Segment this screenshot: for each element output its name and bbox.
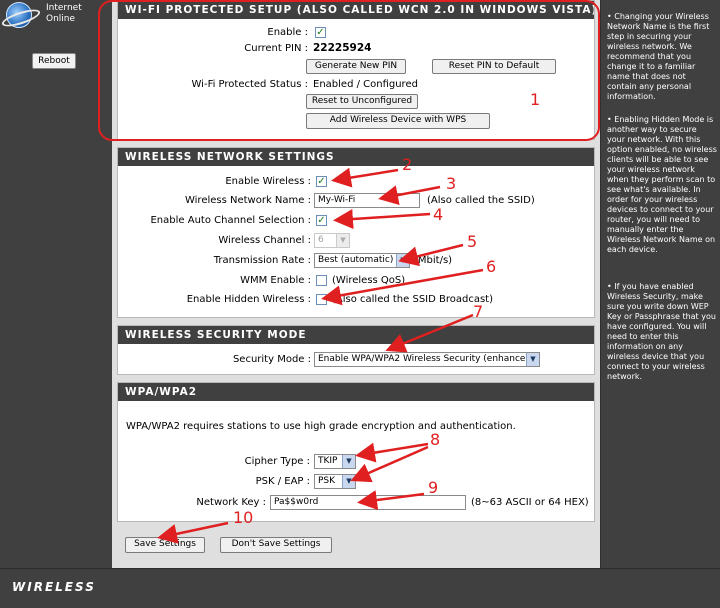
transmission-rate-label: Transmission Rate : [213, 255, 311, 266]
psk-eap-select[interactable]: PSK ▼ [314, 474, 356, 489]
hidden-wireless-label: Enable Hidden Wireless : [186, 294, 311, 305]
wireless-network-section: WIRELESS NETWORK SETTINGS Enable Wireles… [117, 147, 595, 318]
wps-enable-label: Enable : [267, 27, 308, 38]
footer-logo: WIRELESS [12, 580, 96, 594]
hidden-wireless-checkbox[interactable] [316, 294, 327, 305]
chevron-down-icon: ▼ [396, 254, 409, 267]
help-tip-hidden-mode-text: Enabling Hidden Mode is another way to s… [607, 115, 717, 254]
wps-status-value: Enabled / Configured [313, 79, 418, 90]
add-wireless-device-button[interactable]: Add Wireless Device with WPS [306, 113, 490, 129]
reboot-button[interactable]: Reboot [32, 53, 76, 69]
help-tip-network-name-text: Changing your Wireless Network Name is t… [607, 12, 710, 101]
enable-wireless-label: Enable Wireless : [225, 176, 311, 187]
chevron-down-icon: ▼ [526, 353, 539, 366]
save-settings-button[interactable]: Save Settings [125, 537, 205, 553]
psk-eap-value: PSK [318, 476, 336, 486]
wmm-checkbox[interactable] [316, 275, 327, 286]
network-key-input[interactable]: Pa$$w0rd [270, 495, 466, 510]
wps-status-label: Wi-Fi Protected Status : [191, 79, 308, 90]
network-key-hint: (8~63 ASCII or 64 HEX) [471, 497, 589, 508]
wpa-section: WPA/WPA2 WPA/WPA2 requires stations to u… [117, 382, 595, 522]
network-name-hint: (Also called the SSID) [427, 195, 535, 206]
current-pin-label: Current PIN : [244, 43, 308, 54]
internet-status-label: Internet [46, 3, 82, 13]
dont-save-settings-button[interactable]: Don't Save Settings [220, 537, 332, 553]
help-tip-security-text: If you have enabled Wireless Security, m… [607, 282, 716, 381]
security-heading: WIRELESS SECURITY MODE [118, 326, 594, 344]
network-name-label: Wireless Network Name : [184, 195, 311, 206]
chevron-down-icon: ▼ [336, 234, 349, 247]
transmission-rate-select[interactable]: Best (automatic) ▼ [314, 253, 410, 268]
help-tip-network-name: • Changing your Wireless Network Name is… [607, 12, 710, 101]
help-panel: • Changing your Wireless Network Name is… [600, 0, 720, 568]
hidden-wireless-hint: (Also called the SSID Broadcast) [332, 294, 494, 305]
auto-channel-checkbox[interactable]: ✓ [316, 215, 327, 226]
auto-channel-label: Enable Auto Channel Selection : [150, 215, 311, 226]
reset-pin-button[interactable]: Reset PIN to Default [432, 59, 556, 74]
network-heading: WIRELESS NETWORK SETTINGS [118, 148, 594, 166]
transmission-rate-value: Best (automatic) [318, 255, 394, 265]
wps-section: WI-FI PROTECTED SETUP (ALSO CALLED WCN 2… [117, 0, 595, 140]
transmission-rate-unit: (Mbit/s) [414, 255, 453, 266]
internet-status: Internet Online [46, 3, 82, 25]
router-admin-page: Internet Online Reboot WI-FI PROTECTED S… [0, 0, 720, 608]
security-mode-label: Security Mode : [232, 354, 311, 365]
enable-wireless-checkbox[interactable]: ✓ [316, 176, 327, 187]
security-mode-select[interactable]: Enable WPA/WPA2 Wireless Security (enhan… [314, 352, 540, 367]
footer-bar: WIRELESS [0, 568, 720, 608]
generate-pin-button[interactable]: Generate New PIN [306, 59, 406, 74]
security-mode-value: Enable WPA/WPA2 Wireless Security (enhan… [318, 354, 535, 364]
internet-globe-icon [6, 2, 32, 28]
help-tip-hidden-mode: • Enabling Hidden Mode is another way to… [607, 115, 717, 254]
wps-heading: WI-FI PROTECTED SETUP (ALSO CALLED WCN 2… [118, 1, 594, 19]
main-content: WI-FI PROTECTED SETUP (ALSO CALLED WCN 2… [112, 0, 600, 568]
chevron-down-icon: ▼ [342, 455, 355, 468]
psk-eap-label: PSK / EAP : [255, 476, 310, 487]
network-name-input[interactable]: My-Wi-Fi [314, 193, 420, 208]
help-tip-security: • If you have enabled Wireless Security,… [607, 282, 716, 381]
current-pin-value: 22225924 [313, 42, 372, 54]
reset-unconfigured-button[interactable]: Reset to Unconfigured [306, 94, 418, 109]
wpa-heading: WPA/WPA2 [118, 383, 594, 401]
wmm-hint: (Wireless QoS) [332, 275, 406, 286]
security-mode-section: WIRELESS SECURITY MODE Security Mode : E… [117, 325, 595, 375]
channel-select-value: 6 [318, 235, 324, 245]
channel-label: Wireless Channel : [218, 235, 311, 246]
cipher-type-select[interactable]: TKIP ▼ [314, 454, 356, 469]
network-key-label: Network Key : [196, 497, 266, 508]
channel-select[interactable]: 6 ▼ [314, 233, 350, 248]
cipher-type-label: Cipher Type : [244, 456, 310, 467]
wmm-label: WMM Enable : [240, 275, 311, 286]
internet-status-value: Online [46, 14, 76, 24]
left-sidebar: Internet Online Reboot [0, 0, 112, 568]
cipher-type-value: TKIP [318, 456, 338, 466]
wpa-description: WPA/WPA2 requires stations to use high g… [126, 421, 516, 432]
wps-enable-checkbox[interactable]: ✓ [315, 27, 326, 38]
chevron-down-icon: ▼ [342, 475, 355, 488]
